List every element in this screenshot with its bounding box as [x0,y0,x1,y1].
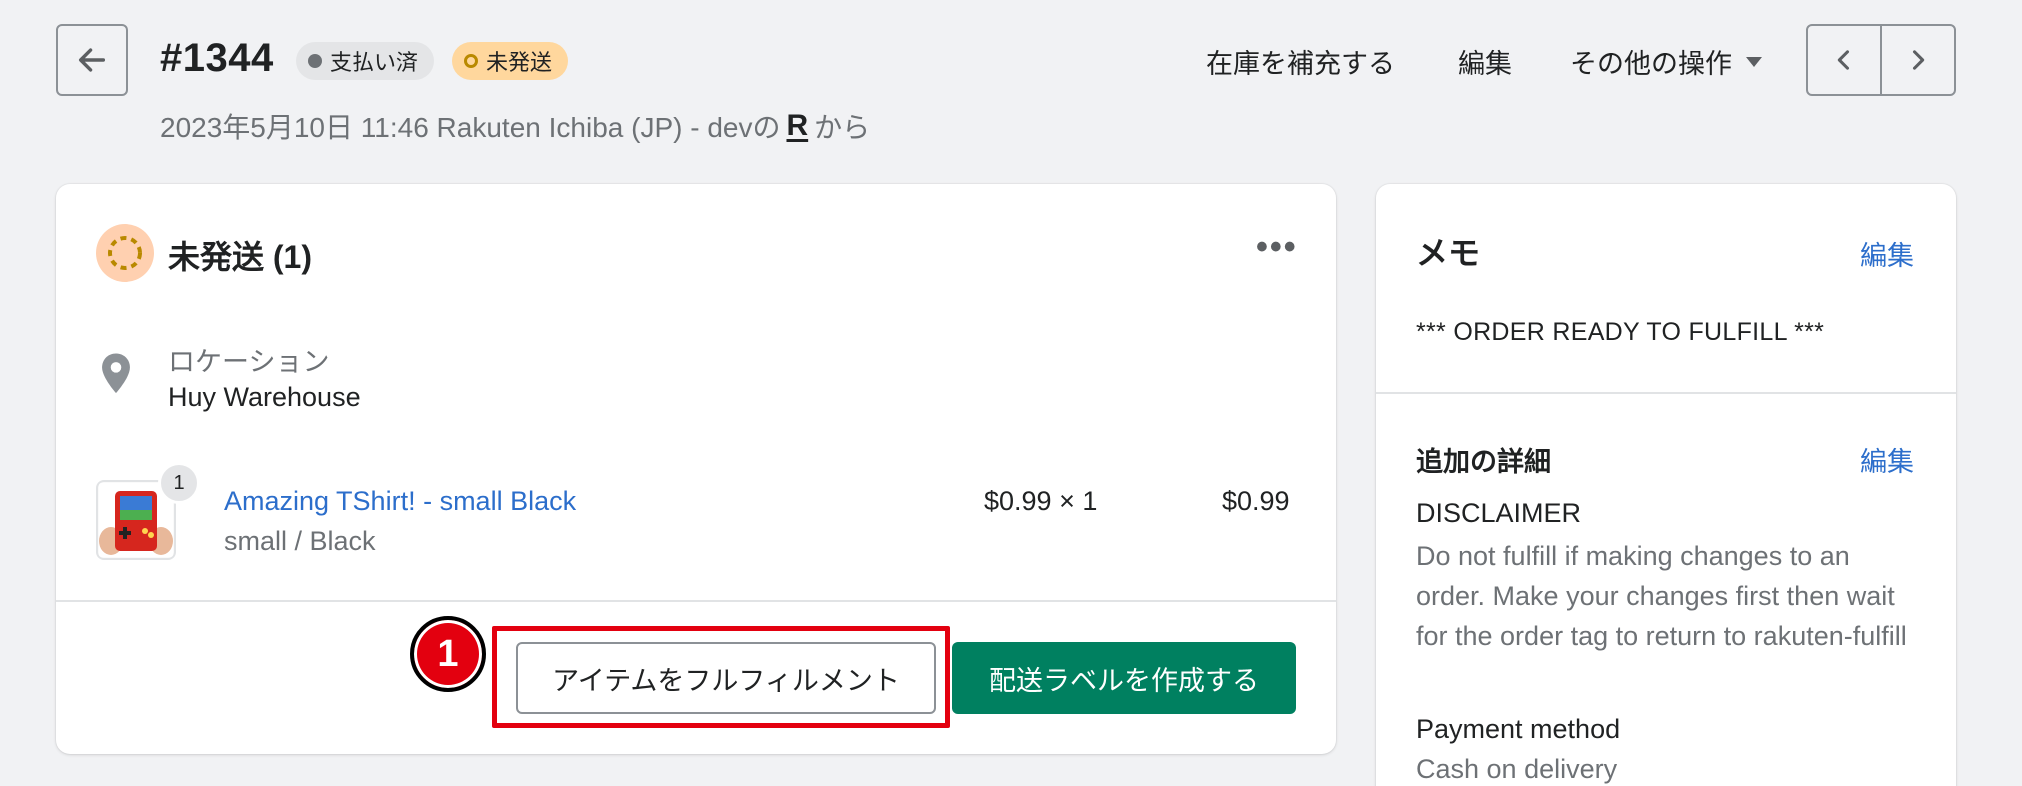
card-more-options-icon[interactable]: ••• [1256,228,1298,267]
disclaimer-text: Do not fulfill if making changes to an o… [1416,541,1907,651]
unfulfilled-status-icon [96,224,154,282]
more-actions-button[interactable]: その他の操作 [1570,42,1762,81]
annotation-step-marker: 1 [410,616,486,692]
restock-button[interactable]: 在庫を補充する [1206,42,1395,81]
unfulfilled-dot-icon [464,54,478,68]
unfulfilled-card-title: 未発送 (1) [168,239,313,275]
item-quantity-badge: 1 [158,462,200,504]
item-total: $0.99 [1222,486,1290,516]
previous-order-button[interactable] [1808,26,1880,94]
rakuten-logo-icon: R [786,109,809,142]
edit-order-button[interactable]: 編集 [1458,42,1512,81]
product-variant: small / Black [224,526,376,556]
payment-status-badge: 支払い済 [296,42,435,80]
card-divider [56,600,1336,602]
memo-title: メモ [1416,235,1481,271]
more-actions-label: その他の操作 [1570,49,1732,79]
disclaimer-label: DISCLAIMER [1416,498,1582,528]
memo-edit-link[interactable]: 編集 [1860,234,1914,273]
payment-method-value: Cash on delivery [1416,754,1618,784]
order-subtitle-suffix: から [814,112,871,143]
order-date-source: 2023年5月10日 11:46 Rakuten Ichiba (JP) - d… [160,112,781,143]
paid-dot-icon [308,54,322,68]
next-order-button[interactable] [1880,26,1954,94]
chevron-left-icon [1837,50,1850,70]
order-subtitle: 2023年5月10日 11:46 Rakuten Ichiba (JP) - d… [160,106,870,146]
fulfill-items-button[interactable]: アイテムをフルフィルメント [516,642,936,714]
memo-text: *** ORDER READY TO FULFILL *** [1416,318,1825,346]
create-shipping-label-button[interactable]: 配送ラベルを作成する [952,642,1296,714]
chevron-right-icon [1912,50,1925,70]
order-pager [1806,24,1956,96]
item-price-quantity: $0.99 × 1 [984,486,1098,516]
sidebar-card [1376,184,1956,786]
additional-details-title: 追加の詳細 [1416,447,1551,477]
location-label: ロケーション [168,347,330,377]
payment-method-label: Payment method [1416,714,1621,744]
arrow-left-icon [78,48,106,72]
additional-details-edit-link[interactable]: 編集 [1860,440,1914,479]
back-button[interactable] [56,24,128,96]
sidebar-divider [1376,392,1956,394]
fulfillment-status-label: 未発送 [486,50,553,75]
caret-down-icon [1746,56,1762,67]
product-name-link[interactable]: Amazing TShirt! - small Black [224,486,576,517]
location-value: Huy Warehouse [168,382,361,412]
fulfillment-status-badge: 未発送 [452,42,569,80]
payment-status-label: 支払い済 [330,50,419,75]
map-pin-icon [98,352,134,401]
order-number: #1344 [160,36,274,80]
